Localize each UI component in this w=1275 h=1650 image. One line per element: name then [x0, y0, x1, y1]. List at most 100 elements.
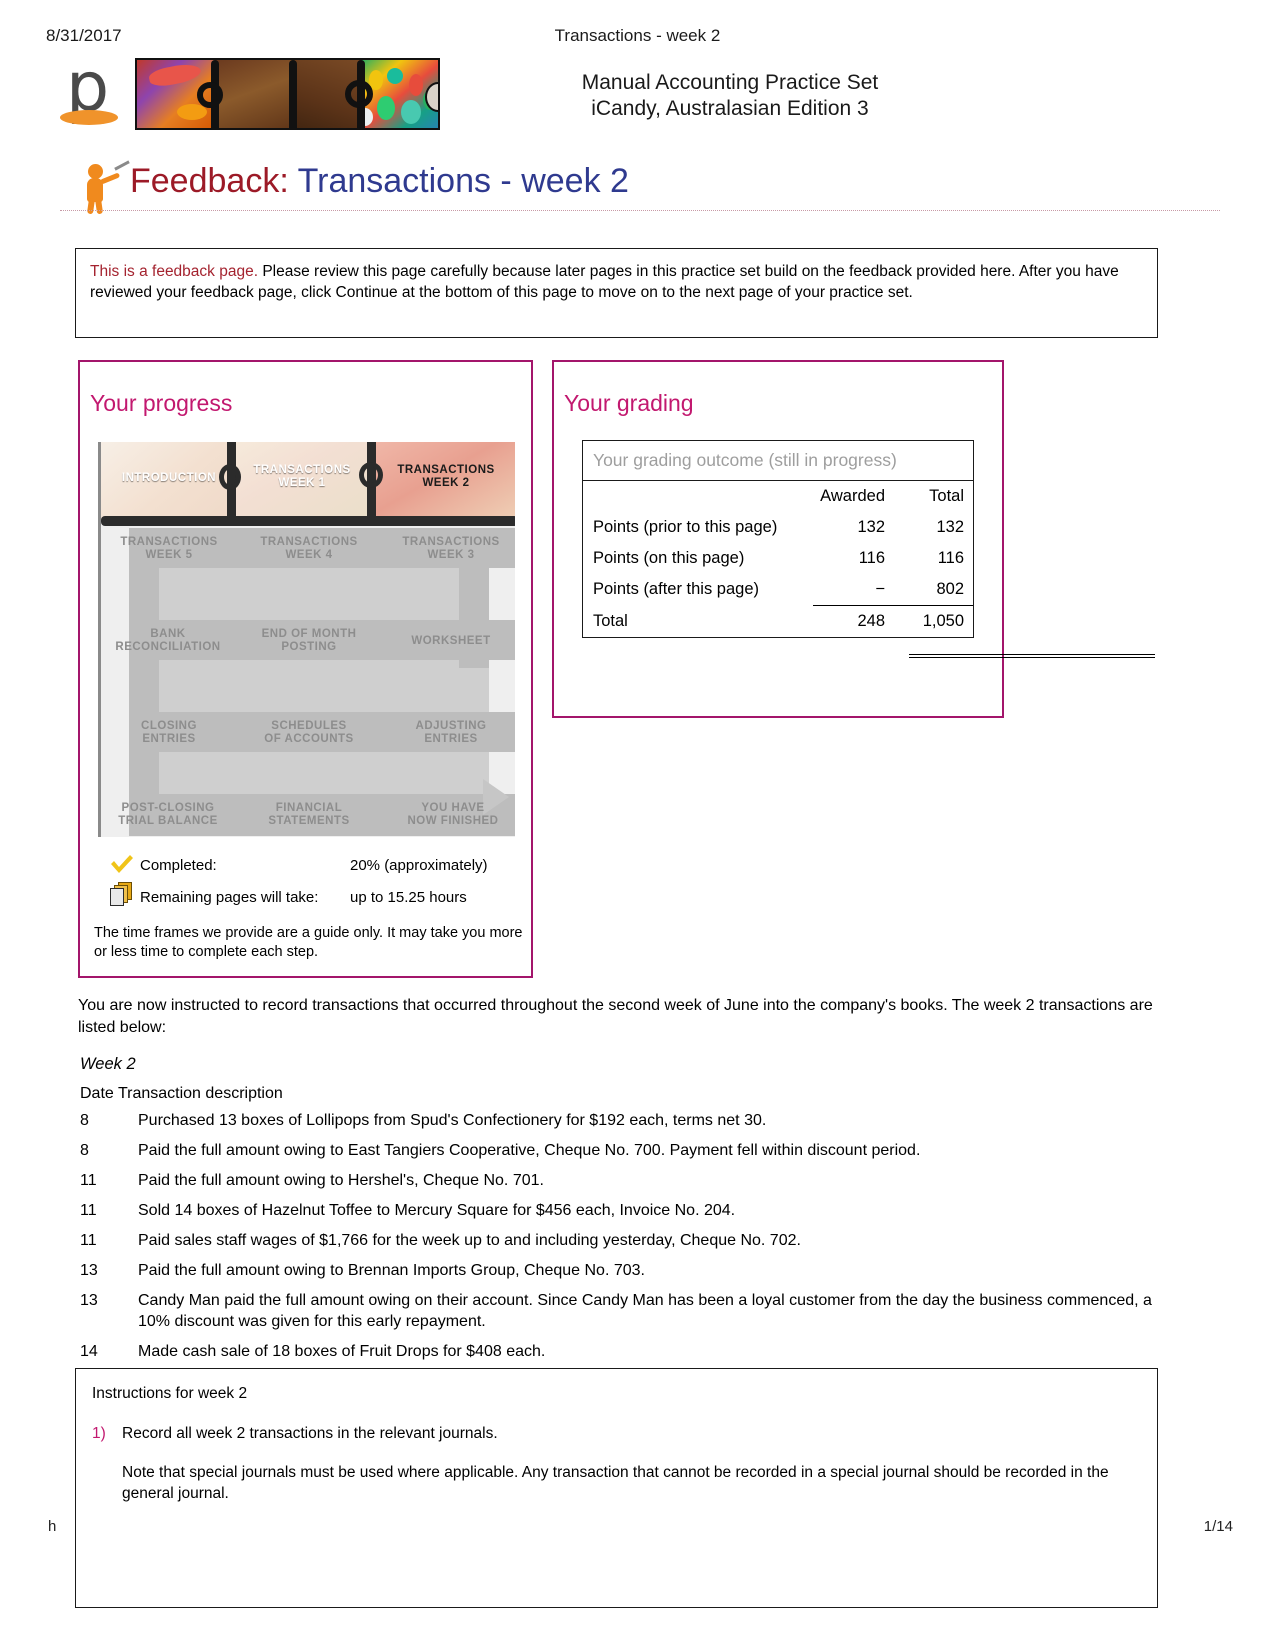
your-progress-panel: Your progress INTRODUCTION TRANSACTIONS W… — [78, 360, 533, 978]
transaction-date: 8 — [80, 1142, 89, 1159]
roadmap-step-week1: TRANSACTIONS WEEK 1 — [253, 464, 351, 489]
grading-row-total-label: Total — [593, 611, 628, 630]
transaction-date: 14 — [80, 1343, 98, 1360]
grading-col-total: Total — [929, 487, 964, 505]
transaction-date: 8 — [80, 1112, 89, 1129]
instructions-item-text: Record all week 2 transactions in the re… — [122, 1425, 498, 1442]
progress-roadmap-image: INTRODUCTION TRANSACTIONS WEEK 1 TRANSACT… — [98, 442, 515, 837]
transaction-description: Made cash sale of 18 boxes of Fruit Drop… — [138, 1343, 546, 1360]
transaction-date: 13 — [80, 1262, 98, 1279]
feedback-notice-lead: This is a feedback page. — [90, 263, 259, 280]
roadmap-step-bank-reconciliation: BANK RECONCILIATION — [115, 628, 221, 653]
table-row: 11 Sold 14 boxes of Hazelnut Toffee to M… — [80, 1200, 1160, 1221]
brand-title-line1: Manual Accounting Practice Set — [581, 71, 879, 94]
roadmap-step-week3: TRANSACTIONS WEEK 3 — [402, 536, 500, 561]
logo-base-shape — [60, 110, 118, 125]
instructions-title: Instructions for week 2 — [92, 1385, 248, 1402]
header-doc-title: Transactions - week 2 — [554, 26, 721, 45]
table-row: 14 Made cash sale of 18 boxes of Fruit D… — [80, 1341, 1160, 1362]
table-row: 13 Candy Man paid the full amount owing … — [80, 1290, 1160, 1332]
grading-col-blank — [583, 481, 813, 512]
grading-row-current-awarded: 116 — [858, 549, 885, 567]
transaction-description: Candy Man paid the full amount owing on … — [138, 1292, 1152, 1330]
grading-col-awarded: Awarded — [820, 487, 885, 505]
pages-stack-icon — [110, 882, 134, 906]
candy-puzzle-banner-image — [135, 58, 440, 130]
transaction-description: Paid sales staff wages of $1,766 for the… — [138, 1232, 801, 1249]
transactions-list: 8 Purchased 13 boxes of Lollipops from S… — [80, 1110, 1160, 1371]
transaction-description: Paid the full amount owing to East Tangi… — [138, 1142, 921, 1159]
grading-row-after-total: 802 — [936, 580, 964, 598]
roadmap-step-post-closing-trial-balance: POST-CLOSING TRIAL BALANCE — [118, 802, 218, 827]
transaction-date: 11 — [80, 1172, 97, 1189]
your-grading-panel: Your grading Your grading outcome (still… — [552, 360, 1155, 718]
remaining-value: up to 15.25 hours — [350, 889, 467, 906]
roadmap-step-introduction: INTRODUCTION — [121, 472, 217, 484]
grading-row-after: Points (after this page) − 802 — [583, 574, 973, 606]
roadmap-step-end-of-month-posting: END OF MONTH POSTING — [261, 628, 357, 653]
grading-row-prior-total: 132 — [936, 518, 964, 536]
footer-left-text: h — [48, 1518, 57, 1535]
transaction-date: 13 — [80, 1292, 98, 1309]
roadmap-step-week4: TRANSACTIONS WEEK 4 — [260, 536, 358, 561]
brand-row: p Manual Accounting Practice Set iCandy,… — [0, 54, 1275, 134]
table-row: 8 Paid the full amount owing to East Tan… — [80, 1140, 1160, 1161]
brand-title-line2: iCandy, Australasian Edition 3 — [591, 97, 869, 120]
grading-outcome-table: Your grading outcome (still in progress)… — [582, 440, 974, 638]
grading-row-after-label: Points (after this page) — [593, 580, 759, 599]
table-row: 8 Purchased 13 boxes of Lollipops from S… — [80, 1110, 1160, 1131]
transaction-description: Purchased 13 boxes of Lollipops from Spu… — [138, 1112, 767, 1129]
roadmap-step-worksheet: WORKSHEET — [411, 635, 491, 647]
instructions-note: Note that special journals must be used … — [122, 1464, 1109, 1502]
grading-row-total-total: 1,050 — [895, 605, 973, 637]
table-row: 11 Paid the full amount owing to Hershel… — [80, 1170, 1160, 1191]
grading-table-caption: Your grading outcome (still in progress) — [583, 441, 973, 481]
your-grading-heading: Your grading — [564, 390, 694, 416]
grading-row-prior: Points (prior to this page) 132 132 — [583, 512, 973, 543]
checkmark-icon — [110, 854, 134, 874]
roadmap-step-week2: TRANSACTIONS WEEK 2 — [397, 464, 495, 489]
title-divider — [60, 210, 1220, 211]
transactions-column-header: Date Transaction description — [80, 1085, 283, 1102]
page-header-line: 8/31/2017 Transactions - week 2 — [0, 26, 1275, 50]
grading-row-prior-awarded: 132 — [857, 518, 885, 536]
grading-row-current-label: Points (on this page) — [593, 549, 745, 567]
table-row: 13 Paid the full amount owing to Brennan… — [80, 1260, 1160, 1281]
brand-title: Manual Accounting Practice Set iCandy, A… — [470, 70, 990, 122]
grading-row-current-total: 116 — [937, 549, 964, 567]
remaining-label: Remaining pages will take: — [140, 889, 319, 906]
week-heading: Week 2 — [80, 1055, 136, 1073]
completed-value: 20% (approximately) — [350, 857, 488, 874]
grading-total-double-rule — [909, 654, 1155, 658]
page-title: Feedback: Transactions - week 2 — [130, 158, 629, 204]
grading-row-total-awarded: 248 — [813, 605, 895, 637]
transaction-date: 11 — [80, 1232, 97, 1249]
transaction-description: Paid the full amount owing to Hershel's,… — [138, 1172, 544, 1189]
instructions-item-number: 1) — [92, 1425, 106, 1442]
grading-row-current: Points (on this page) 116 116 — [583, 543, 973, 574]
roadmap-step-closing-entries: CLOSING ENTRIES — [141, 720, 197, 745]
roadmap-step-financial-statements: FINANCIAL STATEMENTS — [268, 802, 350, 827]
page-title-block: Feedback: Transactions - week 2 — [60, 160, 1220, 220]
instructions-item-1: 1) Record all week 2 transactions in the… — [92, 1423, 1141, 1444]
feedback-notice-box: This is a feedback page. Please review t… — [75, 248, 1158, 338]
page-title-prefix: Feedback: — [130, 162, 289, 200]
transaction-description: Sold 14 boxes of Hazelnut Toffee to Merc… — [138, 1202, 736, 1219]
roadmap-step-adjusting-entries: ADJUSTING ENTRIES — [415, 720, 487, 745]
table-row: 11 Paid sales staff wages of $1,766 for … — [80, 1230, 1160, 1251]
page-number: 1/14 — [1203, 1518, 1233, 1535]
roadmap-step-week5: TRANSACTIONS WEEK 5 — [120, 536, 218, 561]
grading-row-total: Total 248 1,050 — [583, 605, 973, 637]
roadmap-step-schedules-of-accounts: SCHEDULES OF ACCOUNTS — [264, 720, 354, 745]
instructor-pointer-icon — [74, 160, 130, 215]
instruction-intro-paragraph: You are now instructed to record transac… — [78, 997, 1153, 1036]
grading-row-prior-label: Points (prior to this page) — [593, 518, 778, 536]
grading-row-after-awarded: − — [875, 580, 885, 598]
transaction-description: Paid the full amount owing to Brennan Im… — [138, 1262, 645, 1279]
completed-label: Completed: — [140, 857, 217, 874]
perdisco-logo-icon: p — [58, 54, 128, 132]
transaction-date: 11 — [80, 1202, 97, 1219]
your-progress-heading: Your progress — [90, 390, 233, 416]
roadmap-step-finished: YOU HAVE NOW FINISHED — [407, 802, 499, 827]
page-title-name: Transactions - week 2 — [297, 162, 629, 200]
